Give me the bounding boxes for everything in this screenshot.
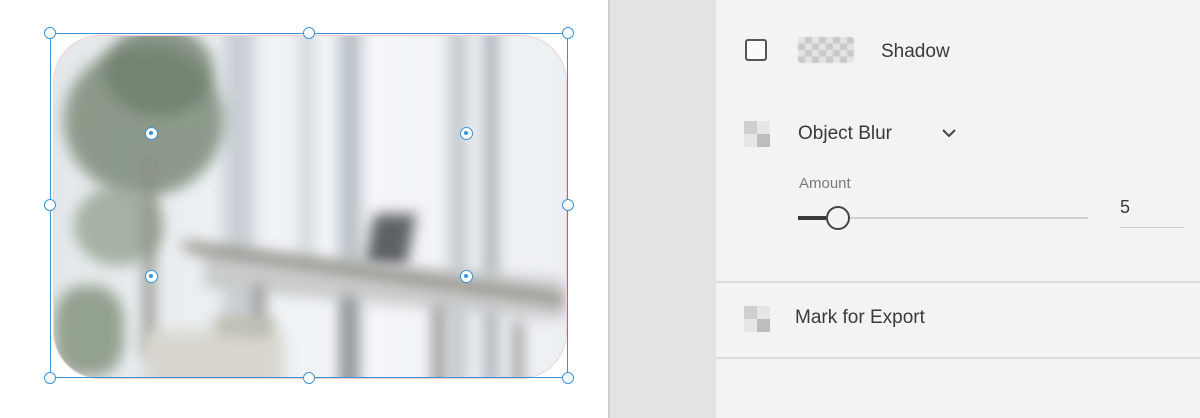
shadow-label: Shadow: [881, 41, 950, 62]
resize-handle-bottom[interactable]: [303, 372, 315, 384]
amount-label: Amount: [799, 175, 851, 192]
amount-input[interactable]: [1120, 188, 1184, 228]
amount-slider-track[interactable]: [849, 217, 1088, 219]
resize-handle-top-right[interactable]: [562, 27, 574, 39]
mark-for-export-label[interactable]: Mark for Export: [795, 307, 925, 329]
artboard-canvas[interactable]: [0, 0, 608, 418]
resize-handle-left[interactable]: [44, 199, 56, 211]
resize-handle-bottom-left[interactable]: [44, 372, 56, 384]
amount-slider-thumb[interactable]: [825, 206, 850, 230]
pasteboard-gutter: [610, 0, 716, 418]
corner-radius-handle-bottom-right[interactable]: [460, 270, 473, 283]
shadow-checkbox[interactable]: [745, 39, 767, 61]
corner-radius-handle-top-left[interactable]: [145, 127, 158, 140]
resize-handle-top[interactable]: [303, 27, 315, 39]
blur-effect-select[interactable]: Object Blur: [798, 123, 892, 145]
resize-handle-right[interactable]: [562, 199, 574, 211]
resize-handle-top-left[interactable]: [44, 27, 56, 39]
blur-toggle-icon[interactable]: [744, 121, 770, 147]
shadow-preview-icon: [798, 37, 854, 63]
chevron-down-icon[interactable]: [940, 126, 958, 140]
corner-radius-handle-bottom-left[interactable]: [145, 270, 158, 283]
section-divider: [716, 357, 1200, 359]
resize-handle-bottom-right[interactable]: [562, 372, 574, 384]
amount-slider-fill: [798, 216, 826, 220]
section-divider: [716, 281, 1200, 283]
export-toggle-icon[interactable]: [744, 306, 770, 332]
selection-box[interactable]: [50, 33, 568, 378]
corner-radius-handle-top-right[interactable]: [460, 127, 473, 140]
